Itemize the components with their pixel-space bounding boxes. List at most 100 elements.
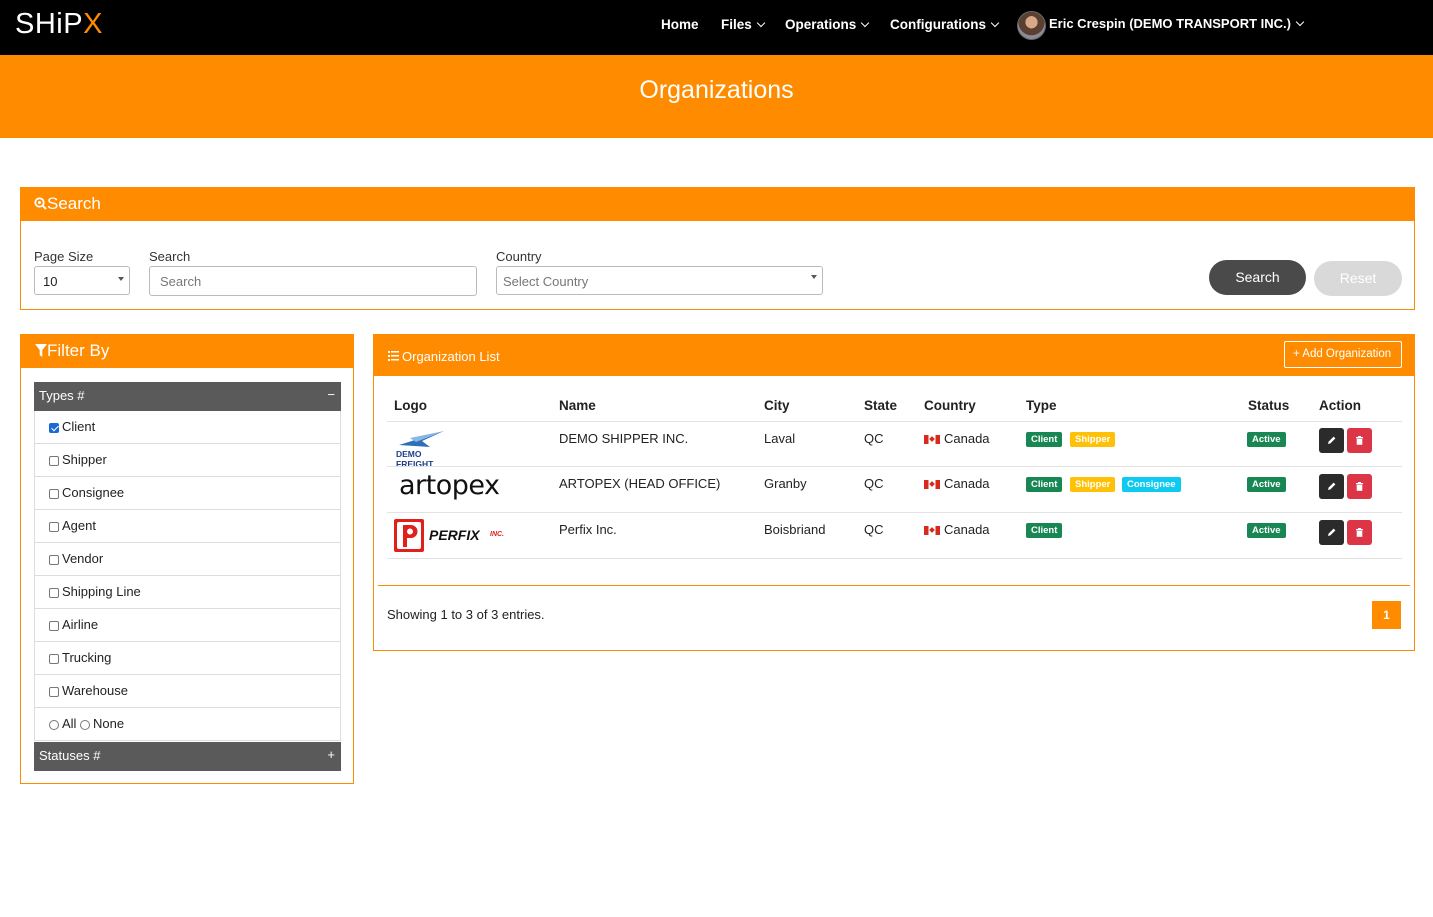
col-status[interactable]: Status	[1248, 398, 1289, 413]
col-name[interactable]: Name	[559, 398, 596, 413]
filter-type-checkbox[interactable]	[49, 588, 59, 598]
select-all-none-row: All None	[34, 708, 341, 741]
add-organization-button[interactable]: + Add Organization	[1284, 341, 1402, 368]
search-icon	[34, 197, 47, 210]
filter-type-label: Airline	[62, 617, 99, 632]
shipx-logo[interactable]: SHiPX	[15, 8, 103, 41]
list-icon	[388, 351, 399, 361]
filter-type-checkbox[interactable]	[49, 456, 59, 466]
filter-type-row[interactable]: Agent	[34, 510, 341, 543]
org-state: QC	[864, 476, 884, 491]
user-avatar[interactable]	[1017, 11, 1046, 40]
filter-type-checkbox[interactable]	[49, 489, 59, 499]
filter-type-row[interactable]: Trucking	[34, 642, 341, 675]
filter-type-row[interactable]: Airline	[34, 609, 341, 642]
filter-type-label: Warehouse	[62, 683, 128, 698]
search-label: Search	[149, 249, 191, 264]
filter-type-checkbox[interactable]	[49, 555, 59, 565]
org-city: Boisbriand	[764, 522, 826, 537]
chevron-down-icon	[811, 275, 817, 279]
pencil-icon	[1328, 436, 1336, 444]
col-state[interactable]: State	[864, 398, 897, 413]
page-header-band: Organizations	[0, 55, 1433, 138]
pencil-icon	[1328, 528, 1336, 536]
filter-type-label: Trucking	[62, 650, 112, 665]
filter-type-row[interactable]: Shipping Line	[34, 576, 341, 609]
col-action[interactable]: Action	[1319, 398, 1361, 413]
filter-type-checkbox[interactable]	[49, 687, 59, 697]
org-country: Canada	[944, 522, 990, 537]
search-placeholder: Search	[160, 274, 202, 289]
filter-type-checkbox[interactable]	[49, 654, 59, 664]
filter-panel-header: Filter By	[21, 335, 353, 368]
search-panel: Search Page Size 10 Search Search Countr…	[20, 187, 1415, 310]
radio-none[interactable]	[80, 720, 90, 730]
org-state: QC	[864, 522, 884, 537]
canada-flag-icon	[924, 526, 940, 535]
row-divider	[387, 466, 1402, 467]
perfix-p-logo-icon	[394, 519, 424, 552]
filter-type-checkbox[interactable]	[49, 522, 59, 532]
edit-button[interactable]	[1319, 428, 1344, 453]
reset-button[interactable]: Reset	[1314, 261, 1402, 296]
nav-home[interactable]: Home	[661, 17, 699, 32]
collapse-icon[interactable]: −	[327, 387, 335, 402]
nav-home-label: Home	[661, 17, 699, 32]
col-city[interactable]: City	[764, 398, 790, 413]
org-logo-perfix: PERFIX INC.	[394, 519, 514, 552]
pagination-page-1[interactable]: 1	[1372, 601, 1401, 629]
chevron-down-icon	[1295, 17, 1305, 27]
nav-files[interactable]: Files	[721, 17, 766, 32]
filter-type-label: Shipping Line	[62, 584, 141, 599]
filter-type-label: Client	[62, 419, 96, 434]
search-input[interactable]: Search	[149, 266, 477, 296]
org-name[interactable]: Perfix Inc.	[559, 522, 617, 537]
type-badge-client: Client	[1026, 523, 1063, 538]
filter-type-row[interactable]: Warehouse	[34, 675, 341, 708]
statuses-group-header[interactable]: Statuses # +	[34, 742, 341, 771]
delete-button[interactable]	[1347, 520, 1372, 545]
status-badge: Active	[1247, 523, 1286, 538]
org-logo-demo-freight: DEMO FREIGHT	[396, 429, 461, 469]
page-size-select[interactable]: 10	[34, 266, 130, 295]
types-group-header[interactable]: Types # −	[34, 382, 341, 411]
col-logo[interactable]: Logo	[394, 398, 427, 413]
nav-configurations[interactable]: Configurations	[890, 17, 1000, 32]
org-state: QC	[864, 431, 884, 446]
filter-type-row[interactable]: Vendor	[34, 543, 341, 576]
page-size-label: Page Size	[34, 249, 94, 264]
filter-type-row[interactable]: Client	[34, 411, 341, 444]
statuses-group-title: Statuses #	[39, 748, 101, 763]
logo-text: SHiP	[15, 8, 84, 40]
delete-button[interactable]	[1347, 428, 1372, 453]
radio-all[interactable]	[49, 720, 59, 730]
col-type[interactable]: Type	[1026, 398, 1057, 413]
edit-button[interactable]	[1319, 520, 1344, 545]
country-select[interactable]: Select Country	[496, 266, 823, 295]
search-button[interactable]: Search	[1209, 260, 1306, 295]
nav-user-menu[interactable]: Eric Crespin (DEMO TRANSPORT INC.)	[1049, 16, 1305, 31]
filter-type-checkbox[interactable]	[49, 423, 59, 433]
nav-configurations-label: Configurations	[890, 17, 986, 32]
logo-accent: X	[83, 8, 103, 40]
nav-operations[interactable]: Operations	[785, 17, 870, 32]
radio-none-label: None	[93, 716, 125, 731]
footer-divider	[378, 585, 1410, 586]
filter-type-row[interactable]: Shipper	[34, 444, 341, 477]
delete-button[interactable]	[1347, 474, 1372, 499]
top-navbar: SHiPX Home Files Operations Configuratio…	[0, 0, 1433, 55]
org-name[interactable]: ARTOPEX (HEAD OFFICE)	[559, 476, 720, 491]
filter-panel-title: Filter By	[47, 341, 110, 360]
pencil-icon	[1328, 482, 1336, 490]
filter-type-row[interactable]: Consignee	[34, 477, 341, 510]
org-name[interactable]: DEMO SHIPPER INC.	[559, 431, 688, 446]
edit-button[interactable]	[1319, 474, 1344, 499]
trash-icon	[1356, 528, 1363, 537]
search-panel-title: Search	[47, 194, 101, 213]
col-country[interactable]: Country	[924, 398, 976, 413]
expand-icon[interactable]: +	[327, 747, 335, 762]
filter-type-label: Agent	[62, 518, 96, 533]
type-badge-client: Client	[1026, 432, 1063, 447]
org-logo-artopex: artopex	[399, 470, 500, 501]
filter-type-checkbox[interactable]	[49, 621, 59, 631]
